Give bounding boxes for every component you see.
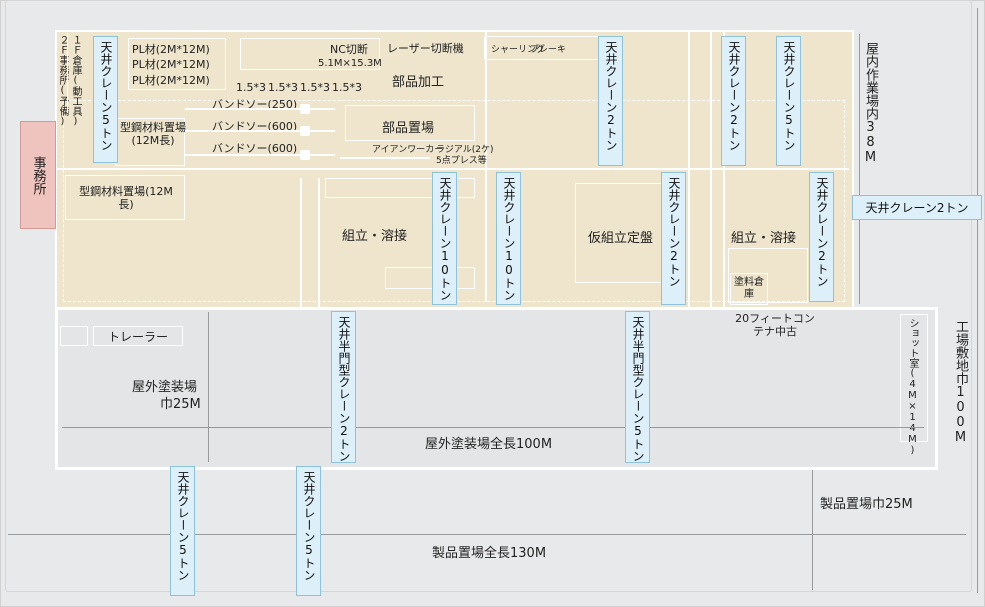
crane-label: 天井クレーン10トン [502, 177, 516, 301]
outdoor-small-box [60, 326, 88, 346]
temp-assembly-label: 仮組立定盤 [588, 231, 654, 246]
crane-c12: 天井クレーン5トン [170, 466, 195, 596]
nc-size-label: 5.1M×15.3M [318, 58, 382, 69]
bandsaw-machine [300, 150, 310, 160]
bandsaw-rail [185, 154, 335, 156]
crane-c11: 天井半門型クレーン5トン [625, 311, 650, 463]
assembly-welding-label: 組立・溶接 [342, 229, 408, 244]
bandsaw-machine [300, 104, 310, 114]
assembly-welding-2-label: 組立・溶接 [731, 231, 797, 246]
warehouse-label: １Ｆ倉庫(動工具) [70, 35, 81, 127]
steel-storage-upper-label: 型鋼材料置場(12M長) [120, 121, 186, 147]
crane-label: 天井クレーン2トン [815, 177, 829, 287]
crane-c3: 天井クレーン2トン [721, 36, 746, 166]
parts-storage-label: 部品置場 [382, 121, 435, 136]
pl-material-label: PL材(2M*12M) [132, 74, 210, 87]
trailer-label: トレーラー [107, 329, 168, 344]
crane-c6: 天井クレーン10トン [496, 172, 521, 305]
thickness-label: 1.5*3 [332, 81, 362, 94]
crane-label: 天井クレーン2トン [604, 41, 618, 151]
crane-c2: 天井クレーン2トン [598, 36, 623, 166]
outdoor-width-label: 巾25M [160, 397, 201, 412]
product-length-label: 製品置場全長130M [432, 546, 547, 561]
office-label: 事務所 [30, 155, 46, 195]
ironworker-label: アイアンワーカー [372, 145, 444, 155]
outdoor-length-label: 屋外塗装場全長100M [425, 437, 553, 452]
laser-cutting-label: レーザー切断機 [387, 42, 464, 55]
crane-c10: 天井半門型クレーン2トン [331, 311, 356, 463]
paint-storage-label: 塗料倉庫 [734, 277, 764, 300]
thickness-label: 1.5*3 [268, 81, 298, 94]
trailer-area: トレーラー [93, 326, 183, 346]
indoor-column-line [688, 32, 690, 307]
crane-label: 天井半門型クレーン5トン [631, 316, 645, 462]
indoor-width-dimension [859, 34, 860, 304]
crane-label: 天井クレーン5トン [782, 41, 796, 151]
indoor-divider [57, 168, 849, 170]
nc-cutting-label: NC切断 [330, 43, 368, 56]
crane-label: 天井クレーン5トン [302, 471, 316, 581]
press-label: 5点プレス等 [436, 156, 487, 166]
crane-label: 天井クレーン10トン [438, 177, 452, 301]
crane-c13: 天井クレーン5トン [296, 466, 321, 596]
site-width-dimension [977, 8, 978, 593]
crane-label: 天井クレーン2トン [865, 201, 969, 215]
assembly-jig [385, 267, 475, 289]
crane-label: 天井クレーン5トン [176, 471, 190, 581]
bandsaw-rail [185, 108, 335, 110]
product-width-label: 製品置場巾25M [820, 497, 913, 512]
product-width-dimension [812, 470, 813, 590]
crane-label: 天井半門型クレーン2トン [337, 316, 351, 462]
bandsaw-rail [185, 130, 335, 132]
container-label: 20フィートコンテナ中古 [735, 312, 815, 338]
room-divider [67, 33, 68, 113]
shot-room-label: ショット室(4M×14M) [907, 318, 918, 456]
crane-c9: 天井クレーン2トン [852, 195, 982, 220]
crane-label: 天井クレーン2トン [727, 41, 741, 151]
crane-label: 天井クレーン2トン [667, 177, 681, 287]
thickness-label: 1.5*3 [236, 81, 266, 94]
thickness-label: 1.5*3 [300, 81, 330, 94]
crane-c1: 天井クレーン5トン [93, 36, 118, 163]
parts-processing-label: 部品加工 [392, 75, 445, 90]
indoor-width-label: 屋内作業場内38M [863, 42, 878, 165]
crane-label: 天井クレーン5トン [99, 41, 113, 151]
site-width-label: 工場敷地巾100M [953, 320, 968, 445]
crane-c5: 天井クレーン10トン [432, 172, 457, 305]
bandsaw-machine [300, 126, 310, 136]
indoor-column-line [485, 32, 487, 302]
pl-material-label: PL材(2M*12M) [132, 43, 210, 56]
pl-material-label: PL材(2M*12M) [132, 58, 210, 71]
product-length-dimension [8, 534, 966, 535]
brake-label: ブレーキ [530, 45, 567, 55]
ironworker-rail [340, 157, 430, 159]
outdoor-width-dimension [208, 312, 209, 462]
outdoor-length-dimension [62, 427, 924, 428]
crane-c4: 天井クレーン5トン [776, 36, 801, 166]
office: 事務所 [20, 121, 56, 229]
crane-c7: 天井クレーン2トン [661, 172, 686, 305]
steel-storage-lower-label: 型鋼材料置場(12M長) [79, 185, 173, 211]
crane-c8: 天井クレーン2トン [809, 172, 834, 302]
